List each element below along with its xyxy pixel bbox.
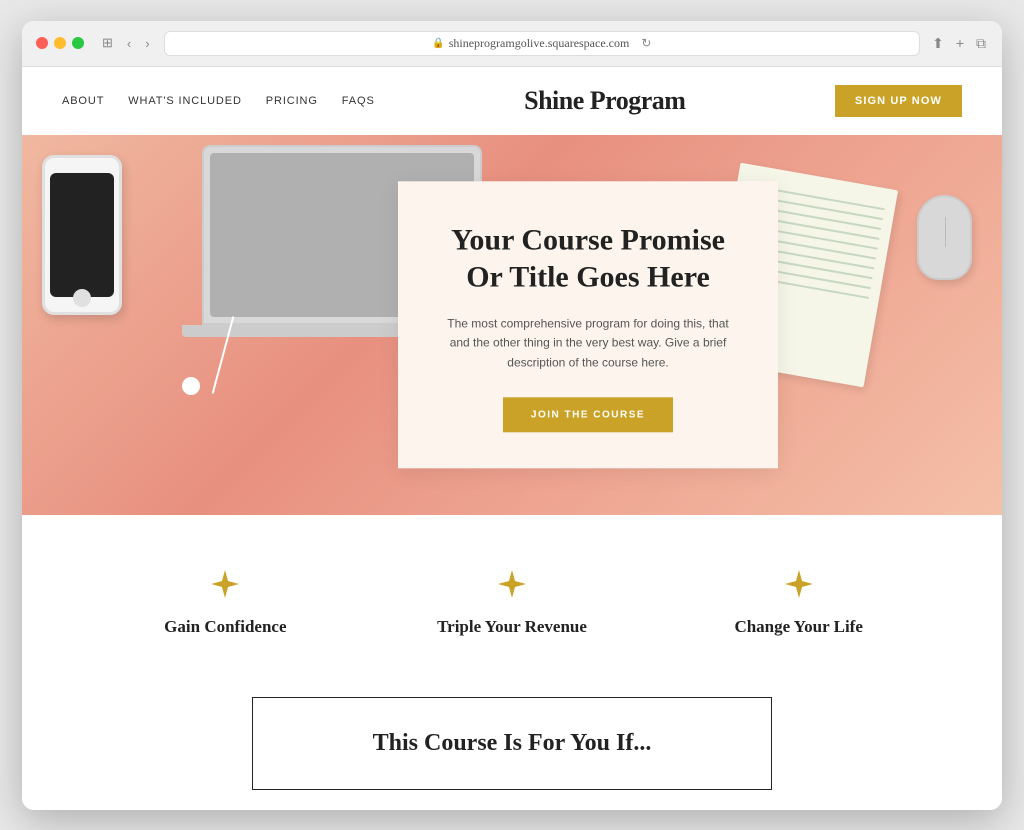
sidebar-toggle-button[interactable]: ⊞ xyxy=(98,33,117,53)
nav-left: ABOUT WHAT'S INCLUDED PRICING FAQs xyxy=(62,95,375,107)
browser-actions: ⬆ + ⧉ xyxy=(930,33,988,54)
reload-icon[interactable]: ↻ xyxy=(641,36,651,51)
phone-screen xyxy=(50,173,114,297)
join-course-button[interactable]: JOIN THE COURSE xyxy=(503,397,673,432)
forward-button[interactable]: › xyxy=(141,34,153,53)
features-section: Gain Confidence Triple Your Revenue Chan… xyxy=(22,515,1002,677)
back-button[interactable]: ‹ xyxy=(123,34,135,53)
nav-about[interactable]: ABOUT xyxy=(62,95,104,107)
close-button[interactable] xyxy=(36,37,48,49)
nav-whats-included[interactable]: WHAT'S INCLUDED xyxy=(128,95,242,107)
website-content: ABOUT WHAT'S INCLUDED PRICING FAQs Shine… xyxy=(22,67,1002,810)
hero-section:  Your Course PromiseOr Title Goes Here … xyxy=(22,135,1002,515)
url-text: shineprogramgolive.squarespace.com xyxy=(449,36,630,51)
browser-window: ⊞ ‹ › 🔒 shineprogramgolive.squarespace.c… xyxy=(22,21,1002,810)
hero-card-title: Your Course PromiseOr Title Goes Here xyxy=(438,221,738,296)
feature-title-1: Gain Confidence xyxy=(82,617,369,637)
signup-button[interactable]: SIGN UP NOW xyxy=(835,85,962,117)
browser-controls: ⊞ ‹ › xyxy=(98,33,154,53)
apple-logo-decoration:  xyxy=(941,235,955,256)
browser-chrome: ⊞ ‹ › 🔒 shineprogramgolive.squarespace.c… xyxy=(22,21,1002,67)
fullscreen-button[interactable] xyxy=(72,37,84,49)
course-box-title: This Course Is For You If... xyxy=(313,730,711,757)
hero-card: Your Course PromiseOr Title Goes Here Th… xyxy=(398,181,778,468)
feature-gain-confidence: Gain Confidence xyxy=(82,570,369,637)
phone-home-button xyxy=(73,289,91,307)
feature-title-2: Triple Your Revenue xyxy=(369,617,656,637)
star-icon-2 xyxy=(498,570,526,598)
course-box: This Course Is For You If... xyxy=(252,697,772,790)
nav-pricing[interactable]: PRICING xyxy=(266,95,318,107)
address-bar[interactable]: 🔒 shineprogramgolive.squarespace.com ↻ xyxy=(164,31,920,56)
hero-background:  Your Course PromiseOr Title Goes Here … xyxy=(22,135,1002,515)
earphones-decoration xyxy=(142,335,302,395)
minimize-button[interactable] xyxy=(54,37,66,49)
new-tab-button[interactable]: + xyxy=(954,33,966,53)
hero-card-description: The most comprehensive program for doing… xyxy=(438,314,738,373)
star-icon-1 xyxy=(211,570,239,598)
phone-decoration xyxy=(42,155,122,315)
feature-triple-revenue: Triple Your Revenue xyxy=(369,570,656,637)
course-section: This Course Is For You If... xyxy=(22,677,1002,810)
feature-change-life: Change Your Life xyxy=(655,570,942,637)
feature-title-3: Change Your Life xyxy=(655,617,942,637)
star-icon-3 xyxy=(785,570,813,598)
navigation: ABOUT WHAT'S INCLUDED PRICING FAQs Shine… xyxy=(22,67,1002,135)
earphone-bud xyxy=(182,377,200,395)
traffic-lights xyxy=(36,37,84,49)
lock-icon: 🔒 xyxy=(432,38,444,49)
tabs-button[interactable]: ⧉ xyxy=(974,33,988,54)
share-button[interactable]: ⬆ xyxy=(930,33,946,54)
site-title: Shine Program xyxy=(375,86,835,116)
nav-faqs[interactable]: FAQs xyxy=(342,95,375,107)
